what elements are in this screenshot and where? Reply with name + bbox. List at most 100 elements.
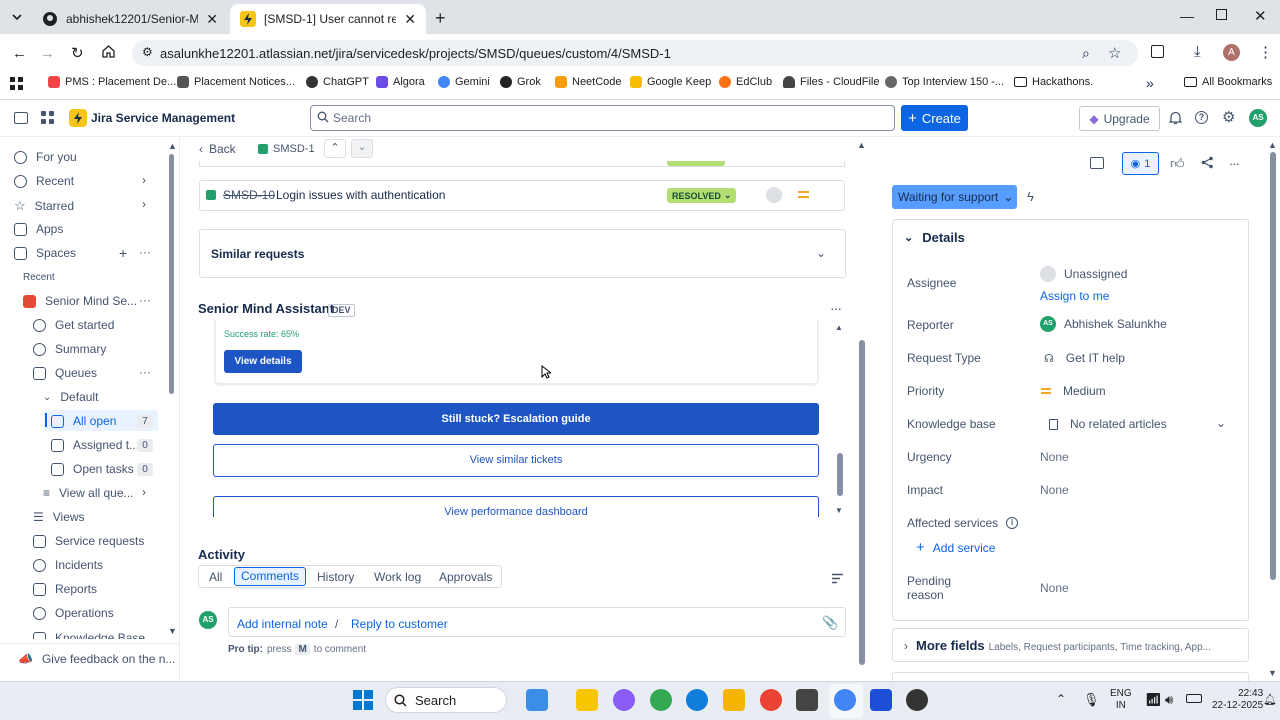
view-similar-tickets-button[interactable]: View similar tickets [213, 444, 819, 477]
url-bar[interactable]: ⚙ asalunkhe12201.atlassian.net/jira/serv… [132, 40, 1138, 66]
queues-more-icon[interactable]: ··· [139, 365, 151, 379]
assistant-scroll-down-icon[interactable]: ▼ [835, 506, 843, 515]
bookmark-item[interactable]: ChatGPT [306, 76, 369, 88]
knowledge-base-value[interactable]: No related articles [1049, 417, 1167, 431]
help-icon[interactable]: ? [1195, 111, 1208, 124]
new-tab-icon[interactable]: + [435, 8, 446, 29]
bookmark-item[interactable]: Grok [500, 76, 541, 88]
app-switcher-icon[interactable] [41, 111, 54, 124]
chrome-active-icon[interactable] [834, 689, 856, 711]
taskbar-search[interactable]: Search [385, 687, 507, 713]
bookmark-item[interactable]: Top Interview 150 -... [885, 76, 1004, 88]
bookmark-item[interactable]: NeetCode [555, 76, 622, 88]
sticky-notes-icon[interactable] [576, 689, 598, 711]
sidebar-item-views[interactable]: ☰ Views [33, 510, 85, 524]
linked-issue-summary[interactable]: Login issues with authentication [276, 188, 445, 202]
sidebar-scroll-up-icon[interactable]: ▲ [168, 141, 177, 151]
right-scroll-down-icon[interactable]: ▼ [1268, 668, 1277, 678]
notification-icon[interactable]: 🔔︎ [1263, 693, 1277, 706]
assign-to-me-link[interactable]: Assign to me [1040, 289, 1109, 303]
sidebar-item-knowledge-base[interactable]: Knowledge Base [33, 631, 145, 639]
details-toggle[interactable]: ⌄ Details [904, 230, 965, 245]
windows-start-icon[interactable] [353, 690, 373, 710]
chevron-down-icon[interactable]: ⌄ [1216, 416, 1226, 430]
close-window-icon[interactable]: ✕ [1254, 7, 1267, 25]
wifi-icon[interactable]: 📶︎ [1145, 692, 1162, 708]
assistant-scroll-up-icon[interactable]: ▲ [835, 323, 843, 332]
request-type-value[interactable]: ☊ Get IT help [1044, 351, 1125, 365]
watch-button[interactable]: ◉ 1 [1122, 152, 1159, 175]
view-performance-dashboard-button[interactable]: View performance dashboard [213, 496, 819, 517]
downloads-icon[interactable]: ⤓ [1194, 43, 1201, 60]
more-actions-icon[interactable]: ··· [1229, 156, 1240, 171]
github-desktop-icon[interactable] [906, 689, 928, 711]
urgency-value[interactable]: None [1040, 450, 1069, 464]
sidebar-group-default[interactable]: ⌄ Default [43, 390, 98, 404]
linked-issue-status[interactable]: RESOLVED ⌄ [667, 188, 737, 203]
search-input[interactable]: Search [310, 105, 895, 131]
project-more-icon[interactable]: ··· [139, 293, 151, 307]
microphone-icon[interactable]: 🎙︎ [1083, 692, 1100, 708]
sidebar-item-service-requests[interactable]: Service requests [33, 534, 144, 548]
bookmark-item[interactable]: PMS : Placement De... [48, 76, 176, 88]
sidebar-item-reports[interactable]: Reports [33, 582, 97, 596]
issue-breadcrumb[interactable]: SMSD-1 [258, 143, 315, 155]
upgrade-button[interactable]: ◆ Upgrade [1079, 106, 1160, 131]
priority-value[interactable]: Medium [1041, 384, 1106, 398]
right-scroll-up-icon[interactable]: ▲ [1268, 140, 1277, 150]
view-details-button[interactable]: View details [224, 350, 302, 373]
more-bookmarks-chevron-icon[interactable]: » [1146, 75, 1154, 91]
assistant-more-icon[interactable]: ··· [830, 300, 842, 316]
sidebar-item-queues[interactable]: Queues [33, 366, 97, 380]
pending-reason-value[interactable]: None [1040, 581, 1069, 595]
sidebar-item-get-started[interactable]: Get started [33, 318, 114, 332]
back-button[interactable]: ‹ Back [199, 142, 236, 156]
sidebar-queue-assigned[interactable]: Assigned t... [51, 438, 139, 452]
zoom-icon[interactable]: ⌕ [1082, 45, 1090, 62]
like-thumbs-up-icon[interactable]: 👍︎ [1170, 155, 1185, 172]
apps-grid-icon[interactable] [10, 77, 23, 90]
chevron-right-icon[interactable]: › [142, 485, 146, 499]
sidebar-item-summary[interactable]: Summary [33, 342, 106, 356]
sidebar-item-spaces[interactable]: Spaces [14, 246, 76, 260]
share-icon[interactable] [1201, 156, 1214, 169]
more-fields-toggle[interactable]: › More fields Labels, Request participan… [904, 638, 1211, 653]
notifications-bell-icon[interactable] [1169, 111, 1182, 125]
site-info-icon[interactable]: ⚙ [142, 45, 153, 59]
feedback-chat-icon[interactable] [1090, 157, 1104, 169]
battery-icon[interactable] [1186, 694, 1202, 703]
sidebar-item-operations[interactable]: Operations [33, 606, 114, 620]
next-issue-button[interactable]: ⌄ [351, 139, 373, 158]
bookmark-item[interactable]: Gemini [438, 76, 490, 88]
add-service-button[interactable]: + Add service [916, 539, 995, 556]
sidebar-item-incidents[interactable]: Incidents [33, 558, 103, 572]
jsm-logo-icon[interactable] [69, 109, 87, 127]
sidebar-queue-all-open[interactable]: All open [51, 414, 116, 428]
sidebar-item-for-you[interactable]: For you [14, 150, 77, 164]
main-scroll-up-icon[interactable]: ▲ [857, 140, 866, 150]
impact-value[interactable]: None [1040, 483, 1069, 497]
automation-lightning-icon[interactable]: ϟ [1027, 189, 1034, 204]
language-indicator[interactable]: ENG IN [1110, 688, 1132, 712]
tab-work-log[interactable]: Work log [374, 570, 421, 584]
main-scrollbar[interactable] [859, 340, 865, 665]
all-bookmarks-folder[interactable]: All Bookmarks [1184, 76, 1272, 88]
assistant-scrollbar[interactable] [837, 453, 843, 496]
browser-menu-icon[interactable]: ⋮ [1258, 43, 1273, 61]
reply-to-customer-link[interactable]: Reply to customer [351, 617, 448, 631]
bookmark-item[interactable]: Algora [376, 76, 425, 88]
spaces-more-icon[interactable]: ··· [139, 245, 151, 259]
assignee-value[interactable]: Unassigned [1040, 266, 1127, 282]
bookmark-item[interactable]: Files - CloudFile [783, 76, 879, 88]
file-explorer-icon[interactable] [723, 689, 745, 711]
sidebar-scroll-down-icon[interactable]: ▼ [168, 626, 177, 636]
close-tab-icon[interactable]: ✕ [404, 11, 416, 28]
copilot-icon[interactable] [613, 689, 635, 711]
status-dropdown[interactable]: Waiting for support ⌄ [892, 185, 1017, 209]
tab-comments[interactable]: Comments [234, 567, 306, 586]
chevron-right-icon[interactable]: › [142, 197, 146, 211]
bookmark-item[interactable]: Google Keep [630, 76, 711, 88]
reporter-value[interactable]: AS Abhishek Salunkhe [1040, 316, 1167, 332]
browser-tab-jira[interactable]: [SMSD-1] User cannot reset pa ✕ [230, 4, 426, 34]
store-icon[interactable] [796, 689, 818, 711]
